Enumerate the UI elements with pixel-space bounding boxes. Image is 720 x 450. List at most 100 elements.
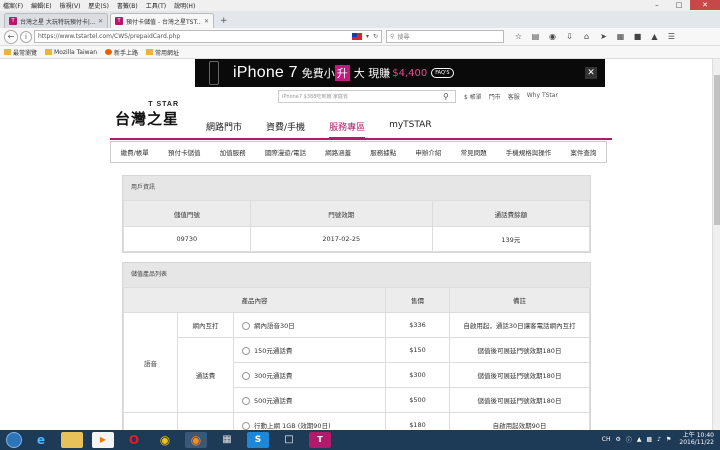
menu-icon[interactable]: ☰ bbox=[663, 32, 680, 41]
search-icon[interactable]: ⚲ bbox=[443, 92, 455, 101]
tstar-logo[interactable]: T STAR 台灣之星 bbox=[115, 101, 179, 129]
ie-icon[interactable]: e bbox=[30, 432, 52, 448]
banner-main-text: iPhone 7 bbox=[233, 64, 298, 81]
menu-help[interactable]: 說明(H) bbox=[174, 1, 195, 10]
product-option[interactable]: 網內語音30日 bbox=[233, 312, 386, 338]
close-tab-icon[interactable]: ✕ bbox=[204, 18, 209, 25]
info-icon[interactable]: ⓘ bbox=[626, 435, 632, 444]
product-price: $150 bbox=[385, 337, 450, 363]
minimize-icon[interactable]: – bbox=[646, 0, 668, 10]
subnav-item[interactable]: 常見問題 bbox=[461, 147, 487, 157]
new-tab-icon[interactable]: + bbox=[220, 16, 228, 26]
radio-button[interactable] bbox=[242, 347, 250, 355]
subnav-item[interactable]: 國際漫遊/電話 bbox=[265, 147, 306, 157]
scrollbar-thumb[interactable] bbox=[714, 75, 720, 225]
language-indicator[interactable]: CH bbox=[602, 436, 611, 443]
firefox-icon[interactable]: ◉ bbox=[185, 432, 207, 448]
chevron-up-icon[interactable]: ▲ bbox=[637, 436, 642, 443]
media-player-icon[interactable]: ▶ bbox=[92, 432, 114, 448]
skype-icon[interactable]: S bbox=[247, 432, 269, 448]
clock[interactable]: 上午 10:40 2016/11/22 bbox=[679, 432, 714, 446]
bookmark-most-visited[interactable]: 最常瀏覽 bbox=[4, 48, 37, 57]
support-link[interactable]: 客服 bbox=[508, 92, 520, 101]
menu-tools[interactable]: 工具(T) bbox=[146, 1, 166, 10]
volume-icon[interactable]: ♪ bbox=[657, 436, 661, 443]
browser-tab-2[interactable]: T 預付卡儲值 - 台灣之星TST... ✕ bbox=[110, 13, 214, 28]
folder-icon bbox=[45, 49, 53, 55]
maximize-icon[interactable]: □ bbox=[668, 0, 690, 10]
subnav-item[interactable]: 預付卡儲值 bbox=[168, 147, 201, 157]
addon2-icon[interactable]: ▲ bbox=[646, 32, 663, 41]
taskbar: e ▶ O ◉ ◉ ▦ S □ T CH ⚙ ⓘ ▲ ▩ ♪ ⚑ 上午 10:4… bbox=[0, 430, 720, 450]
site-search-input[interactable]: iPhone7 $388吃到飽 家庭省 ⚲ bbox=[278, 90, 456, 103]
network-icon[interactable]: ▩ bbox=[647, 436, 653, 443]
star-icon[interactable]: ☆ bbox=[510, 32, 527, 41]
promo-banner[interactable]: iPhone 7 免費小 升 大 現賺 $4,400 FAQ'S ✕ bbox=[195, 59, 605, 87]
bookmark-getting-started[interactable]: 新手上路 bbox=[105, 48, 138, 57]
addon-icon[interactable]: ■ bbox=[629, 32, 646, 41]
nav-services[interactable]: 服務專區 bbox=[329, 120, 366, 139]
qr-code-icon[interactable]: ▦ bbox=[612, 32, 629, 41]
menu-edit[interactable]: 編輯(E) bbox=[31, 1, 51, 10]
bill-link[interactable]: $ 帳單 bbox=[464, 92, 482, 101]
subnav-item[interactable]: 申辦介紹 bbox=[415, 147, 441, 157]
home-icon[interactable]: ⌂ bbox=[578, 32, 595, 41]
subnav-item[interactable]: 服務據點 bbox=[370, 147, 396, 157]
window-icon[interactable]: □ bbox=[278, 432, 300, 448]
opera-icon[interactable]: O bbox=[123, 432, 145, 448]
close-window-icon[interactable]: ✕ bbox=[690, 0, 720, 10]
product-option[interactable]: 150元通話費 bbox=[233, 337, 386, 363]
subnav-item[interactable]: 繳費/帳單 bbox=[121, 147, 149, 157]
info-icon[interactable]: i bbox=[20, 30, 32, 43]
close-tab-icon[interactable]: ✕ bbox=[98, 18, 103, 25]
bookmark-common[interactable]: 常用網址 bbox=[146, 48, 179, 57]
product-option[interactable]: 500元通話費 bbox=[233, 387, 386, 413]
settings-icon[interactable]: ⚙ bbox=[615, 436, 620, 443]
menu-view[interactable]: 檢視(V) bbox=[60, 1, 81, 10]
pocket-icon[interactable]: ◉ bbox=[544, 32, 561, 41]
banner-price: $4,400 bbox=[392, 67, 428, 79]
back-arrow-icon[interactable]: ← bbox=[4, 29, 18, 44]
menu-bookmarks[interactable]: 書籤(B) bbox=[117, 1, 138, 10]
browser-tab-1[interactable]: T 台灣之星 大玩特玩預付卡|... ✕ bbox=[4, 13, 108, 28]
nav-online-store[interactable]: 網路門市 bbox=[206, 120, 242, 139]
flag-icon[interactable]: ⚑ bbox=[666, 436, 671, 443]
nav-plans[interactable]: 資費/手機 bbox=[266, 120, 305, 139]
page-scrollbar[interactable] bbox=[712, 59, 720, 430]
product-option[interactable]: 300元通話費 bbox=[233, 362, 386, 388]
reload-icon[interactable]: ↻ bbox=[373, 33, 378, 40]
site-search-placeholder: iPhone7 $388吃到飽 家庭省 bbox=[282, 94, 348, 100]
radio-button[interactable] bbox=[242, 397, 250, 405]
dropdown-icon[interactable]: ▾ bbox=[366, 33, 369, 40]
radio-button[interactable] bbox=[242, 322, 250, 330]
product-option[interactable]: 行動上網 1GB (效期90日) bbox=[233, 412, 386, 430]
subnav-item[interactable]: 網路涵蓋 bbox=[325, 147, 351, 157]
nav-mytstar[interactable]: myTSTAR bbox=[389, 120, 432, 139]
tstar-icon[interactable]: T bbox=[309, 432, 331, 448]
download-icon[interactable]: ⇩ bbox=[561, 32, 578, 41]
bookmark-mozilla[interactable]: Mozilla Taiwan bbox=[45, 49, 97, 56]
close-banner-icon[interactable]: ✕ bbox=[585, 67, 597, 79]
product-note: 儲值後可展延門號效期180日 bbox=[449, 387, 590, 413]
search-input[interactable]: ⚲ 搜尋 bbox=[386, 30, 504, 43]
phone-number: 09730 bbox=[123, 226, 251, 252]
subnav-item[interactable]: 案件查詢 bbox=[570, 147, 596, 157]
menu-file[interactable]: 檔案(F) bbox=[3, 1, 23, 10]
clipboard-icon[interactable]: ▤ bbox=[527, 32, 544, 41]
send-icon[interactable]: ➤ bbox=[595, 32, 612, 41]
windows-start-icon[interactable] bbox=[6, 432, 22, 448]
store-link[interactable]: 門市 bbox=[489, 92, 501, 101]
menu-history[interactable]: 歷史(S) bbox=[88, 1, 109, 10]
apps-icon[interactable]: ▦ bbox=[216, 432, 238, 448]
radio-button[interactable] bbox=[242, 372, 250, 380]
url-bar[interactable]: https://www.tstartel.com/CWS/prepaidCard… bbox=[34, 30, 382, 43]
radio-button[interactable] bbox=[242, 422, 250, 430]
subnav-item[interactable]: 手機規格與操作 bbox=[506, 147, 552, 157]
why-tstar-link[interactable]: Why TStar bbox=[527, 92, 558, 101]
banner-pill[interactable]: FAQ'S bbox=[431, 68, 454, 78]
subnav-item[interactable]: 加值服務 bbox=[220, 147, 246, 157]
tab-title: 預付卡儲值 - 台灣之星TST... bbox=[126, 18, 201, 26]
file-explorer-icon[interactable] bbox=[61, 432, 83, 448]
chrome-icon[interactable]: ◉ bbox=[154, 432, 176, 448]
table-row: 通話費 150元通話費 $150 儲值後可展延門號效期180日 bbox=[124, 337, 590, 413]
